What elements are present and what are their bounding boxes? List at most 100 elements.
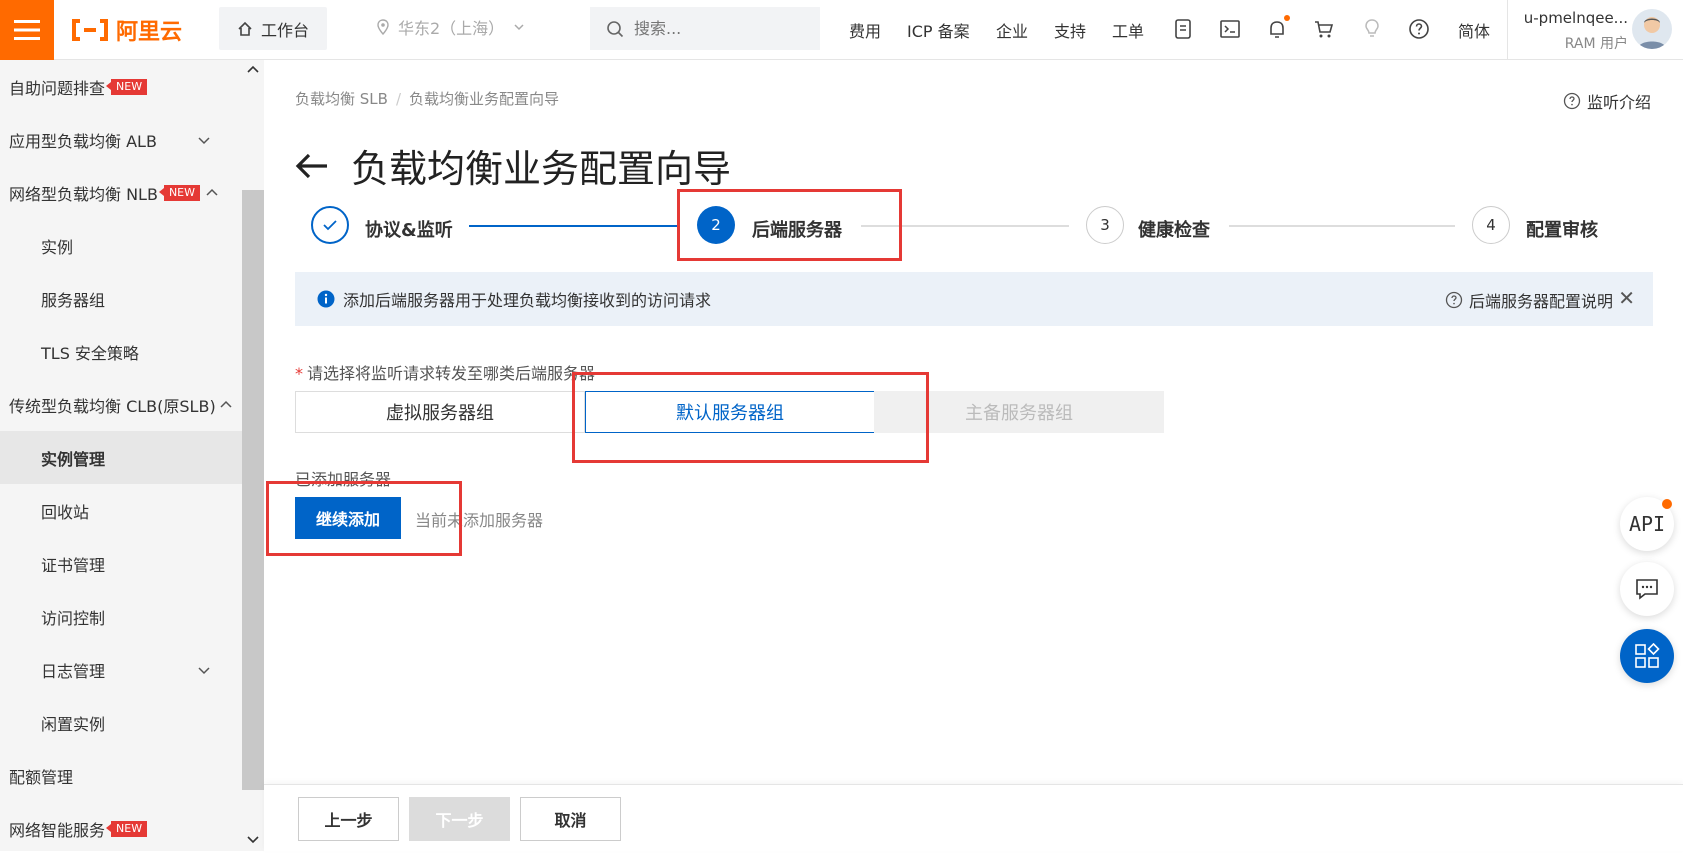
sidebar-item-label: 自助问题排查 bbox=[9, 78, 106, 98]
breadcrumb-item-wizard: 负载均衡业务配置向导 bbox=[409, 90, 560, 108]
previous-step-button[interactable]: 上一步 bbox=[298, 797, 399, 841]
cancel-button[interactable]: 取消 bbox=[520, 797, 621, 841]
top-link-support[interactable]: 支持 bbox=[1054, 18, 1086, 42]
sidebar-item-tls-policy[interactable]: TLS 安全策略 bbox=[0, 325, 242, 378]
backend-config-help-link[interactable]: 后端服务器配置说明 bbox=[1445, 288, 1613, 312]
notification-dot bbox=[1284, 15, 1290, 21]
lightbulb-icon[interactable] bbox=[1359, 16, 1385, 42]
terminal-icon[interactable] bbox=[1217, 16, 1243, 42]
top-link-icp[interactable]: ICP 备案 bbox=[907, 18, 970, 42]
api-float-button[interactable]: API bbox=[1620, 497, 1674, 551]
sidebar-item-server-group[interactable]: 服务器组 bbox=[0, 272, 242, 325]
feedback-float-button[interactable] bbox=[1620, 562, 1674, 616]
sidebar-item-label: 配额管理 bbox=[9, 767, 74, 787]
avatar[interactable] bbox=[1632, 9, 1672, 49]
info-icon bbox=[317, 290, 335, 308]
sidebar-item-certificates[interactable]: 证书管理 bbox=[0, 537, 242, 590]
help-link-label: 监听介绍 bbox=[1587, 93, 1652, 112]
sidebar-item-self-diagnosis[interactable]: 自助问题排查 NEW bbox=[0, 60, 242, 113]
back-arrow-icon[interactable] bbox=[295, 152, 329, 180]
scroll-down-icon[interactable] bbox=[247, 835, 259, 845]
sidebar-item-label: 网络型负载均衡 NLB bbox=[9, 184, 158, 204]
sidebar-item-label: 回收站 bbox=[41, 502, 90, 522]
step-connector-2 bbox=[861, 225, 1069, 227]
help-circle-icon bbox=[1563, 92, 1581, 110]
apps-float-button[interactable] bbox=[1620, 629, 1674, 683]
sidebar-item-label: 实例 bbox=[41, 237, 74, 257]
step-2-circle: 2 bbox=[697, 206, 735, 244]
sidebar-item-clb[interactable]: 传统型负载均衡 CLB(原SLB) bbox=[0, 378, 242, 431]
sidebar-item-network-intelligence[interactable]: 网络智能服务 NEW bbox=[0, 802, 242, 855]
home-icon bbox=[238, 21, 252, 36]
step-1-label: 协议&监听 bbox=[365, 220, 453, 241]
user-info[interactable]: u-pmelnqee... RAM 用户 bbox=[1518, 9, 1628, 53]
api-notification-dot bbox=[1662, 499, 1672, 509]
help-circle-icon[interactable] bbox=[1406, 16, 1432, 42]
sidebar-item-nlb[interactable]: 网络型负载均衡 NLB NEW bbox=[0, 166, 242, 219]
sidebar-scrollbar-thumb[interactable] bbox=[242, 190, 264, 790]
aliyun-logo[interactable]: 阿里云 bbox=[70, 14, 182, 46]
sidebar-item-recycle-bin[interactable]: 回收站 bbox=[0, 484, 242, 537]
backend-config-help-label: 后端服务器配置说明 bbox=[1468, 292, 1613, 311]
sidebar-item-idle-instances[interactable]: 闲置实例 bbox=[0, 696, 242, 749]
region-selector[interactable]: 华东2（上海） bbox=[376, 15, 526, 39]
required-mark: * bbox=[295, 364, 303, 383]
scroll-up-icon[interactable] bbox=[247, 64, 259, 74]
sidebar-item-label: 访问控制 bbox=[41, 608, 106, 628]
breadcrumb-item-slb[interactable]: 负载均衡 SLB bbox=[295, 90, 388, 108]
cart-icon[interactable] bbox=[1311, 16, 1337, 42]
info-alert: 添加后端服务器用于处理负载均衡接收到的访问请求 后端服务器配置说明 ✕ bbox=[295, 272, 1653, 326]
sidebar-item-label: 服务器组 bbox=[41, 290, 106, 310]
server-type-label: * 请选择将监听请求转发至哪类后端服务器 bbox=[295, 360, 595, 384]
step-4-circle: 4 bbox=[1472, 206, 1510, 244]
workbench-label: 工作台 bbox=[260, 20, 309, 40]
chevron-up-icon bbox=[220, 400, 232, 408]
option-primary-backup-server-group[interactable]: 主备服务器组 bbox=[874, 391, 1164, 433]
sidebar-item-instance-management[interactable]: 实例管理 bbox=[0, 431, 242, 484]
step-3-label: 健康检查 bbox=[1138, 220, 1210, 241]
close-icon[interactable]: ✕ bbox=[1618, 286, 1635, 310]
step-3-circle: 3 bbox=[1086, 206, 1124, 244]
chevron-up-icon bbox=[206, 188, 218, 196]
breadcrumb-separator: / bbox=[395, 90, 401, 108]
sidebar-item-label: TLS 安全策略 bbox=[41, 343, 139, 363]
top-navigation-bar: 阿里云 工作台 华东2（上海） 费用 ICP 备案 企业 支持 工单 简体 u-… bbox=[0, 0, 1683, 60]
topbar-divider bbox=[1507, 0, 1508, 60]
api-label: API bbox=[1628, 512, 1666, 536]
server-type-label-text: 请选择将监听请求转发至哪类后端服务器 bbox=[307, 364, 596, 383]
apps-grid-icon bbox=[1635, 643, 1660, 668]
option-default-server-group[interactable]: 默认服务器组 bbox=[585, 391, 875, 433]
top-link-ticket[interactable]: 工单 bbox=[1112, 18, 1144, 42]
logo-text: 阿里云 bbox=[116, 20, 183, 45]
hamburger-menu-button[interactable] bbox=[0, 0, 54, 60]
chevron-down-icon bbox=[514, 24, 524, 31]
step-3-number: 3 bbox=[1100, 216, 1110, 234]
sidebar-item-log-management[interactable]: 日志管理 bbox=[0, 643, 242, 696]
sidebar: 自助问题排查 NEW 应用型负载均衡 ALB 网络型负载均衡 NLB NEW 实例 … bbox=[0, 60, 242, 851]
sidebar-item-nlb-instance[interactable]: 实例 bbox=[0, 219, 242, 272]
workbench-button[interactable]: 工作台 bbox=[219, 7, 327, 50]
top-link-billing[interactable]: 费用 bbox=[849, 18, 881, 42]
sidebar-item-alb[interactable]: 应用型负载均衡 ALB bbox=[0, 113, 242, 166]
continue-add-button[interactable]: 继续添加 bbox=[295, 497, 401, 539]
chevron-down-icon bbox=[198, 136, 210, 144]
info-text: 添加后端服务器用于处理负载均衡接收到的访问请求 bbox=[343, 291, 712, 310]
breadcrumb: 负载均衡 SLB / 负载均衡业务配置向导 bbox=[295, 88, 559, 109]
icp-app-icon[interactable] bbox=[1170, 16, 1196, 42]
option-virtual-server-group[interactable]: 虚拟服务器组 bbox=[295, 391, 585, 433]
notification-bell-icon[interactable] bbox=[1264, 15, 1290, 42]
sidebar-item-quota[interactable]: 配额管理 bbox=[0, 749, 242, 802]
sidebar-item-access-control[interactable]: 访问控制 bbox=[0, 590, 242, 643]
location-pin-icon bbox=[377, 19, 389, 35]
global-search-box[interactable] bbox=[590, 7, 820, 50]
search-icon bbox=[607, 20, 624, 37]
top-link-enterprise[interactable]: 企业 bbox=[996, 18, 1028, 42]
language-switch[interactable]: 简体 bbox=[1458, 18, 1490, 42]
next-step-button[interactable]: 下一步 bbox=[409, 797, 510, 841]
step-connector-3 bbox=[1229, 225, 1455, 227]
sidebar-item-label: 应用型负载均衡 ALB bbox=[9, 131, 157, 151]
listener-intro-link[interactable]: 监听介绍 bbox=[1563, 89, 1651, 113]
sidebar-item-label: 日志管理 bbox=[41, 661, 106, 681]
aliyun-logo-icon bbox=[72, 19, 108, 41]
search-input[interactable] bbox=[634, 19, 794, 38]
